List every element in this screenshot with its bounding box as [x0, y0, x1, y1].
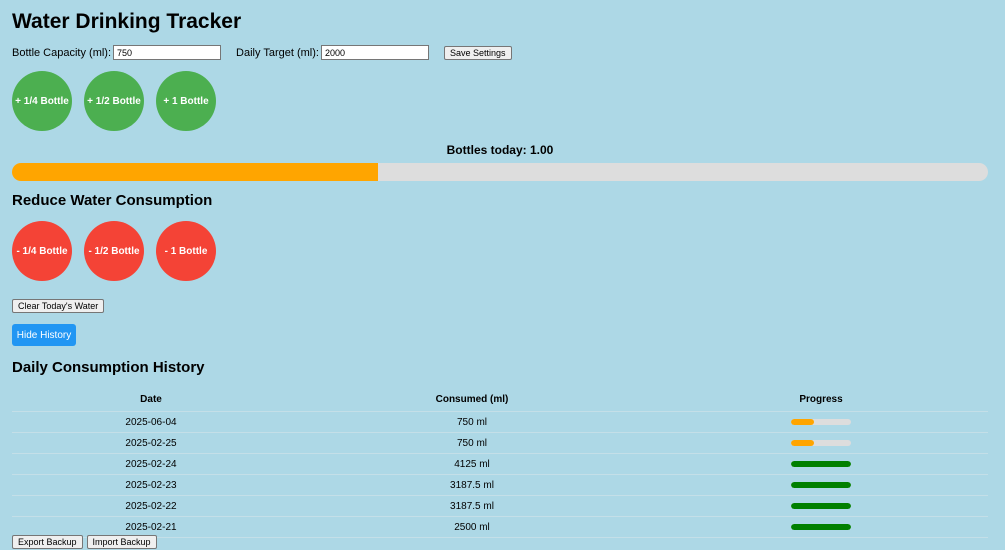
- progress-column-header: Progress: [654, 388, 988, 412]
- date-column-header: Date: [12, 388, 290, 412]
- history-date: 2025-02-22: [12, 495, 290, 517]
- history-date: 2025-02-25: [12, 432, 290, 454]
- save-settings-button[interactable]: Save Settings: [443, 45, 512, 60]
- hide-history-button[interactable]: Hide History: [12, 324, 76, 346]
- import-backup-button[interactable]: Import Backup: [86, 535, 157, 549]
- history-consumed: 3187.5 ml: [290, 474, 654, 496]
- history-progress-bar: [791, 482, 851, 488]
- bottle-capacity-input[interactable]: [113, 45, 222, 60]
- remove-half-bottle-button[interactable]: - 1/2 Bottle: [84, 221, 144, 281]
- history-progress: [654, 516, 988, 538]
- daily-target-input[interactable]: [320, 45, 429, 60]
- remove-quarter-bottle-button[interactable]: - 1/4 Bottle: [12, 221, 72, 281]
- daily-target-label: Daily Target (ml):: [236, 46, 319, 59]
- history-progress: [654, 432, 988, 454]
- history-progress: [654, 495, 988, 517]
- history-progress: [654, 411, 988, 433]
- history-progress: [654, 474, 988, 496]
- history-progress-bar: [791, 440, 851, 446]
- history-row: 2025-02-21 2500 ml: [12, 516, 988, 538]
- history-row: 2025-02-22 3187.5 ml: [12, 495, 988, 517]
- reduce-section-title: Reduce Water Consumption: [12, 192, 213, 209]
- history-consumed: 3187.5 ml: [290, 495, 654, 517]
- history-date: 2025-02-23: [12, 474, 290, 496]
- history-progress-bar: [791, 503, 851, 509]
- history-progress-bar: [791, 524, 851, 530]
- bottle-capacity-label: Bottle Capacity (ml):: [12, 46, 112, 59]
- history-progress-bar: [791, 461, 851, 467]
- backup-buttons: Export Backup Import Backup: [12, 535, 157, 549]
- history-date: 2025-02-24: [12, 453, 290, 475]
- add-one-bottle-button[interactable]: + 1 Bottle: [156, 71, 216, 131]
- add-half-bottle-button[interactable]: + 1/2 Bottle: [84, 71, 144, 131]
- remove-one-bottle-button[interactable]: - 1 Bottle: [156, 221, 216, 281]
- history-consumed: 4125 ml: [290, 453, 654, 475]
- page-title: Water Drinking Tracker: [12, 10, 242, 33]
- history-progress-fill: [791, 440, 814, 446]
- history-consumed: 750 ml: [290, 411, 654, 433]
- history-progress-fill: [791, 503, 851, 509]
- history-row: 2025-02-23 3187.5 ml: [12, 474, 988, 496]
- history-progress: [654, 453, 988, 475]
- clear-today-button[interactable]: Clear Today's Water: [12, 299, 105, 313]
- export-backup-button[interactable]: Export Backup: [12, 535, 83, 549]
- consumed-column-header: Consumed (ml): [290, 388, 654, 412]
- add-water-buttons: + 1/4 Bottle + 1/2 Bottle + 1 Bottle: [12, 71, 216, 131]
- reduce-water-buttons: - 1/4 Bottle - 1/2 Bottle - 1 Bottle: [12, 221, 216, 281]
- add-quarter-bottle-button[interactable]: + 1/4 Bottle: [12, 71, 72, 131]
- history-row: 2025-02-25 750 ml: [12, 432, 988, 454]
- history-consumed: 2500 ml: [290, 516, 654, 538]
- history-progress-fill: [791, 419, 814, 425]
- water-tracker-app: Water Drinking Tracker Bottle Capacity (…: [0, 0, 1005, 550]
- history-progress-bar: [791, 419, 851, 425]
- history-progress-fill: [791, 524, 851, 530]
- history-consumed: 750 ml: [290, 432, 654, 454]
- bottles-today-text: Bottles today: 1.00: [446, 143, 554, 157]
- settings-bar: Bottle Capacity (ml): Daily Target (ml):…: [12, 45, 512, 60]
- history-header-row: Date Consumed (ml) Progress: [12, 388, 988, 412]
- history-progress-fill: [791, 461, 851, 467]
- history-row: 2025-02-24 4125 ml: [12, 453, 988, 475]
- daily-progress-bar: [12, 163, 988, 181]
- history-section-title: Daily Consumption History: [12, 359, 205, 376]
- daily-progress-fill: [12, 163, 378, 181]
- history-date: 2025-06-04: [12, 411, 290, 433]
- history-table: Date Consumed (ml) Progress 2025-06-04 7…: [12, 388, 988, 538]
- history-progress-fill: [791, 482, 851, 488]
- history-row: 2025-06-04 750 ml: [12, 411, 988, 433]
